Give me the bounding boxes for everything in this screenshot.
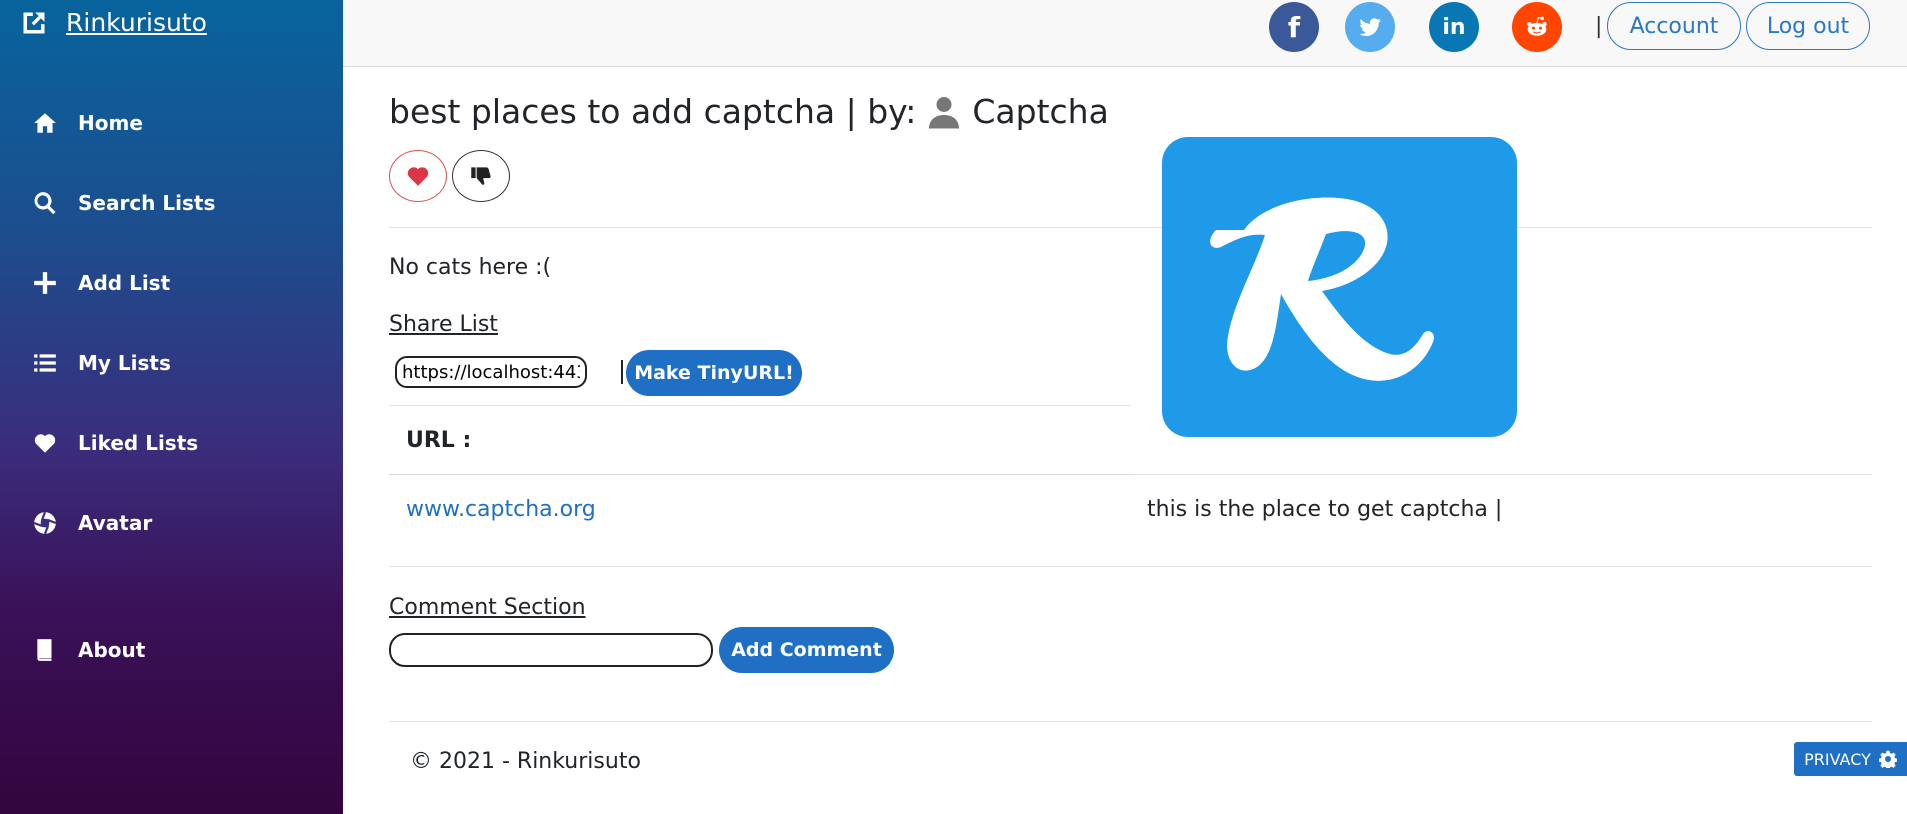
linkedin-share-button[interactable]: in — [1429, 2, 1479, 52]
sidebar: Rinkurisuto Home Search Lists Add List M… — [0, 0, 343, 814]
share-list-label: Share List — [389, 312, 498, 337]
sidebar-item-home[interactable]: Home — [30, 108, 143, 138]
dislike-button[interactable] — [452, 150, 510, 202]
linkedin-icon: in — [1442, 14, 1466, 40]
reddit-icon — [1527, 16, 1547, 36]
rinkurisuto-logo — [1162, 137, 1517, 437]
facebook-share-button[interactable]: f — [1269, 2, 1319, 52]
divider — [389, 227, 1872, 228]
table-header-url: URL : — [406, 428, 472, 453]
privacy-button[interactable]: PRIVACY — [1794, 742, 1907, 776]
brand[interactable]: Rinkurisuto — [20, 8, 207, 37]
thumbs-down-icon — [471, 167, 491, 185]
footer-copyright: © 2021 - Rinkurisuto — [410, 749, 641, 774]
aperture-icon — [30, 508, 60, 538]
text-cursor — [621, 360, 623, 384]
list-author[interactable]: Captcha — [972, 92, 1108, 131]
sidebar-item-label: Home — [78, 111, 143, 135]
twitter-share-button[interactable] — [1345, 2, 1395, 52]
heart-icon — [30, 428, 60, 458]
list-title: best places to add captcha | by: — [389, 92, 917, 131]
page-title: best places to add captcha | by: Captcha — [389, 92, 1109, 131]
sidebar-item-avatar[interactable]: Avatar — [30, 508, 152, 538]
user-icon — [929, 96, 960, 128]
table-top-border — [389, 405, 1131, 406]
reddit-share-button[interactable] — [1512, 2, 1562, 52]
brand-name[interactable]: Rinkurisuto — [66, 8, 207, 37]
comment-section-label: Comment Section — [389, 595, 586, 620]
sidebar-item-add-list[interactable]: Add List — [30, 268, 170, 298]
heart-icon — [407, 167, 429, 186]
sidebar-item-my-lists[interactable]: My Lists — [30, 348, 171, 378]
sidebar-item-search-lists[interactable]: Search Lists — [30, 188, 215, 218]
account-button[interactable]: Account — [1607, 2, 1741, 50]
topbar-separator: | — [1595, 14, 1603, 39]
table-row-description: this is the place to get captcha | — [1147, 497, 1503, 522]
plus-icon — [30, 268, 60, 298]
topbar: f in | Account Log out — [343, 0, 1907, 67]
add-comment-button[interactable]: Add Comment — [719, 627, 894, 673]
sidebar-item-label: About — [78, 638, 146, 662]
external-link-icon — [23, 12, 45, 33]
share-url-input[interactable] — [395, 356, 587, 388]
logout-button[interactable]: Log out — [1746, 2, 1870, 50]
like-button[interactable] — [389, 150, 447, 202]
sidebar-item-label: Liked Lists — [78, 431, 199, 455]
table-header-border — [389, 474, 1131, 475]
home-icon — [30, 108, 60, 138]
sidebar-item-liked-lists[interactable]: Liked Lists — [30, 428, 198, 458]
gear-icon — [1878, 750, 1897, 768]
table-row-border — [1131, 474, 1872, 475]
divider — [389, 566, 1872, 567]
book-icon — [30, 635, 60, 665]
search-icon — [30, 188, 60, 218]
sidebar-item-label: Avatar — [78, 511, 153, 535]
twitter-icon — [1359, 18, 1381, 36]
table-row-url-link[interactable]: www.captcha.org — [406, 497, 596, 522]
logo-r-icon — [1210, 197, 1434, 381]
sidebar-item-about[interactable]: About — [30, 635, 145, 665]
facebook-icon: f — [1287, 10, 1301, 44]
make-tinyurl-button[interactable]: Make TinyURL! — [626, 350, 802, 396]
footer-divider — [389, 721, 1872, 722]
list-icon — [30, 348, 60, 378]
privacy-label: PRIVACY — [1804, 749, 1871, 769]
sidebar-item-label: My Lists — [78, 351, 171, 375]
sidebar-item-label: Add List — [78, 271, 171, 295]
comment-input[interactable] — [389, 633, 713, 667]
sidebar-item-label: Search Lists — [78, 191, 216, 215]
no-cats-message: No cats here :( — [389, 255, 552, 280]
